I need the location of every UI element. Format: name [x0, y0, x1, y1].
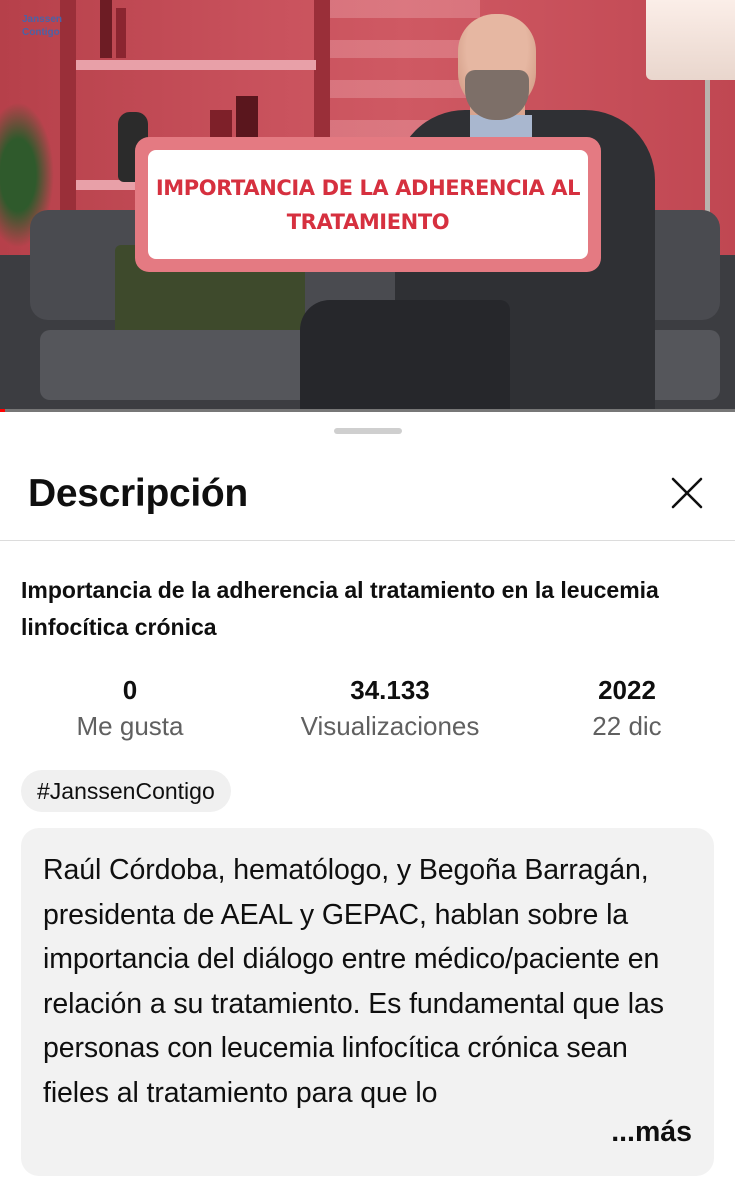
stat-value: 2022 [598, 675, 656, 705]
divider [0, 540, 735, 541]
stat-label: Me gusta [76, 711, 184, 741]
video-overlay-title-card: IMPORTANCIA DE LA ADHERENCIA AL TRATAMIE… [135, 137, 601, 272]
lamp [646, 0, 735, 80]
close-button[interactable] [664, 470, 710, 516]
video-overlay-title: IMPORTANCIA DE LA ADHERENCIA AL TRATAMIE… [155, 175, 581, 234]
brand-logo: Janssen Contigo [22, 14, 63, 38]
stat-views: 34.133 Visualizaciones [270, 674, 510, 746]
video-progress-fill [0, 409, 6, 412]
stat-label: Visualizaciones [300, 711, 480, 741]
hashtag-chip[interactable]: #JanssenContigo [21, 770, 231, 812]
stat-likes: 0 Me gusta [60, 674, 200, 746]
drag-handle[interactable] [334, 428, 402, 434]
show-more-button[interactable]: ...más [605, 1110, 692, 1154]
stat-label: 22 dic [592, 711, 662, 741]
stats-row: 0 Me gusta 34.133 Visualizaciones 2022 2… [0, 674, 735, 754]
description-sheet: Descripción Importancia de la adherencia… [0, 412, 735, 1200]
video-player[interactable]: Janssen Contigo IMPORTANCIA DE LA ADHERE… [0, 0, 735, 412]
stat-value: 34.133 [350, 675, 430, 705]
description-box[interactable]: Raúl Córdoba, hematólogo, y Begoña Barra… [21, 828, 714, 1176]
close-icon [671, 477, 703, 509]
stat-date: 2022 22 dic [567, 674, 687, 746]
stat-value: 0 [122, 675, 138, 705]
video-title: Importancia de la adherencia al tratamie… [21, 577, 659, 640]
sheet-title: Descripción [28, 472, 248, 515]
